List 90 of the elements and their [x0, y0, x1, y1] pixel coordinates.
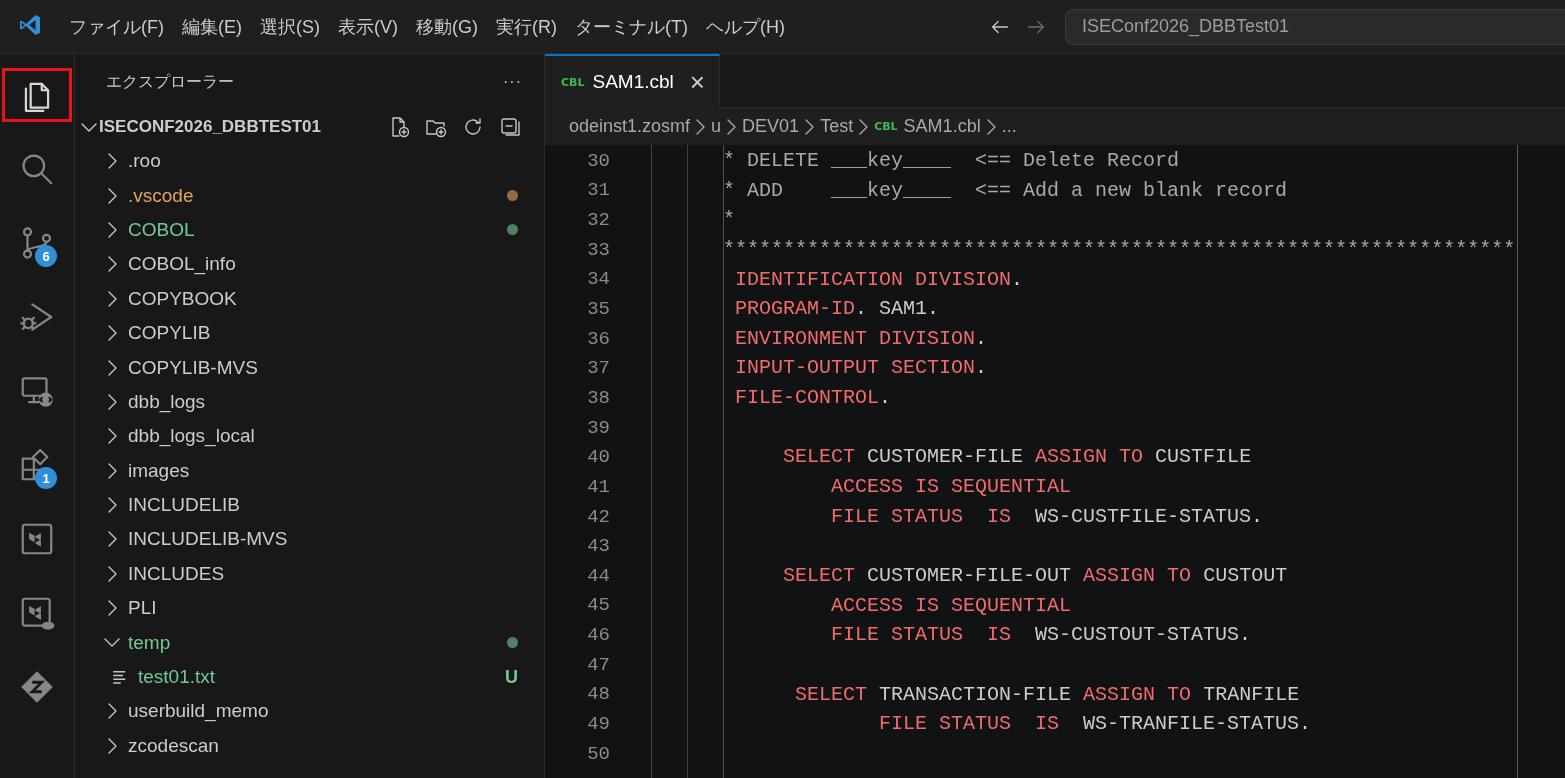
file-tree-item[interactable]: test01.txt U: [75, 659, 544, 695]
git-status-letter: U: [505, 666, 518, 688]
code-line: INPUT-OUTPUT SECTION.: [734, 355, 989, 382]
line-number: 34: [586, 268, 610, 291]
code-line: * DELETE ___key____ <== Delete Record: [722, 148, 1181, 174]
code-line: ENVIRONMENT DIVISION.: [734, 325, 989, 352]
code-line: FILE STATUS IS WS-CUSTOUT-STATUS.: [830, 622, 1253, 649]
code-line: SELECT TRANSACTION-FILE ASSIGN TO TRANFILE: [794, 681, 1301, 708]
line-number: 48: [586, 683, 610, 706]
code-line: IDENTIFICATION DIVISION.: [734, 266, 1025, 293]
line-number: 43: [586, 535, 610, 558]
breadcrumb-item[interactable]: ...: [1001, 116, 1017, 137]
folder-tree-item[interactable]: dbb_logs_local: [75, 419, 544, 454]
menu-item[interactable]: ターミナル(T): [566, 8, 697, 45]
line-number: 32: [586, 209, 610, 232]
editor-tab[interactable]: CBL SAM1.cbl ×: [545, 54, 720, 108]
line-number: 40: [586, 446, 610, 469]
code-line: FILE STATUS IS WS-CUSTFILE-STATUS.: [830, 503, 1265, 530]
folder-tree-item[interactable]: temp: [75, 625, 544, 660]
chevron-right-icon: [727, 118, 737, 135]
line-number: 50: [586, 742, 610, 765]
folder-tree-item[interactable]: INCLUDELIB: [75, 487, 544, 523]
activity-bar-item[interactable]: [1, 67, 73, 123]
menu-item[interactable]: 移動(G): [407, 8, 487, 45]
code-line: * ADD ___key____ <== Add a new blank record: [722, 177, 1289, 204]
menu-item[interactable]: ファイル(F): [60, 8, 173, 45]
code-line: ACCESS IS SEQUENTIAL: [830, 592, 1073, 619]
line-number: 49: [586, 713, 610, 735]
line-number: 41: [586, 475, 610, 498]
code-line: *: [722, 207, 736, 234]
line-number: 47: [586, 653, 610, 676]
command-center-search[interactable]: ISEConf2026_DBBTest01: [1065, 8, 1565, 45]
breadcrumb-item[interactable]: u: [711, 116, 722, 137]
line-number: 37: [586, 357, 610, 380]
code-line: PROGRAM-ID. SAM1.: [734, 296, 941, 323]
folder-tree-item[interactable]: userbuild_memo: [75, 694, 544, 729]
chevron-right-icon: [859, 118, 869, 135]
explorer-title: エクスプローラー: [106, 71, 234, 92]
folder-tree-item[interactable]: INCLUDELIB-MVS: [75, 522, 544, 557]
menu-item[interactable]: 実行(R): [487, 8, 566, 45]
code-line: SELECT CUSTOMER-FILE-OUT ASSIGN TO CUSTOUT: [782, 562, 1289, 589]
folder-tree-item[interactable]: INCLUDES: [75, 556, 544, 592]
folder-tree-item[interactable]: zcodescan: [75, 728, 544, 764]
code-line: FILE-CONTROL.: [734, 385, 893, 412]
folder-tree-item[interactable]: COPYLIB: [75, 315, 544, 351]
line-number: 38: [586, 386, 610, 409]
code-line: ******************************************************************: [722, 236, 1517, 263]
folder-tree-item[interactable]: images: [75, 453, 544, 488]
menu-item[interactable]: 表示(V): [329, 8, 407, 45]
breadcrumb-item[interactable]: odeinst1.zosmf: [569, 116, 691, 137]
line-number: 30: [586, 149, 610, 172]
folder-tree-item[interactable]: COBOL: [75, 212, 544, 248]
chevron-right-icon: [986, 118, 996, 135]
cobol-file-icon: CBL: [561, 75, 585, 89]
tab-label[interactable]: SAM1.cbl: [592, 71, 674, 93]
collapse-all-icon[interactable]: [498, 115, 522, 139]
count-badge: 6: [35, 245, 57, 267]
line-number: 39: [586, 416, 610, 439]
line-number: 45: [586, 594, 610, 617]
line-number: 31: [586, 179, 610, 202]
folder-tree-item[interactable]: .roo: [75, 144, 544, 179]
menu-item[interactable]: 編集(E): [173, 8, 251, 45]
folder-tree-item[interactable]: COPYBOOK: [75, 281, 544, 316]
line-number: 42: [586, 505, 610, 528]
folder-tree-item[interactable]: PLI: [75, 591, 544, 626]
folder-tree-item[interactable]: COBOL_info: [75, 247, 544, 282]
line-number: 33: [586, 238, 610, 261]
line-number: 46: [586, 624, 610, 647]
menu-item[interactable]: 選択(S): [251, 8, 329, 45]
line-number: 36: [586, 327, 610, 350]
breadcrumb-item[interactable]: DEV01: [742, 116, 800, 137]
folder-tree-item[interactable]: COPYLIB-MVS: [75, 350, 544, 385]
chevron-right-icon: [805, 118, 815, 135]
chevron-right-icon: [696, 118, 706, 135]
code-line: FILE STATUS IS WS-TRANFILE-STATUS.: [878, 711, 1313, 738]
folder-tree-item[interactable]: .vscode: [75, 178, 544, 213]
code-line: ACCESS IS SEQUENTIAL: [830, 474, 1073, 501]
workspace-root-row[interactable]: ISECONF2026_DBBTEST01: [75, 110, 544, 144]
breadcrumb-item[interactable]: SAM1.cbl: [903, 116, 981, 137]
folder-tree-item[interactable]: dbb_logs: [75, 384, 544, 420]
breadcrumb-item[interactable]: Test: [820, 116, 854, 137]
count-badge: 1: [35, 467, 57, 489]
line-number: 44: [586, 564, 610, 587]
menu-item[interactable]: ヘルプ(H): [696, 8, 794, 45]
line-number: 35: [586, 298, 610, 320]
cobol-file-icon: CBL: [874, 120, 898, 133]
more-actions-button[interactable]: ···: [503, 73, 522, 91]
close-button[interactable]: ×: [689, 69, 705, 95]
editor-logo-icon: [18, 12, 42, 37]
code-line: SELECT CUSTOMER-FILE ASSIGN TO CUSTFILE: [782, 444, 1253, 471]
